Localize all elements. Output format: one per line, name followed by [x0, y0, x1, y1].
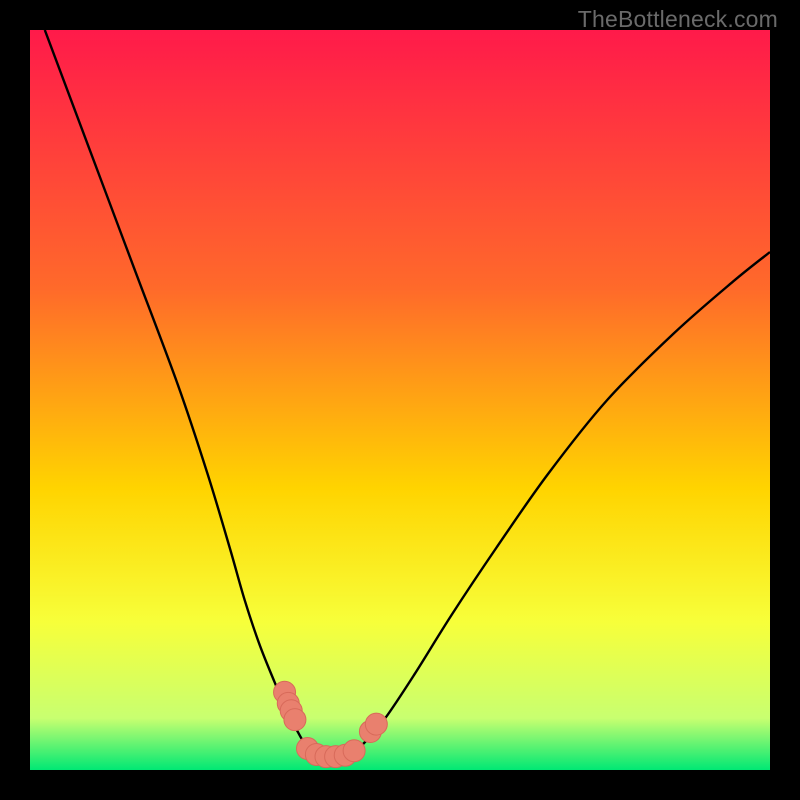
chart-svg	[30, 30, 770, 770]
watermark-text: TheBottleneck.com	[578, 6, 778, 33]
gradient-background	[30, 30, 770, 770]
valley-cluster-marker	[343, 740, 365, 762]
right-cluster-marker	[365, 713, 387, 735]
plot-area	[30, 30, 770, 770]
left-cluster-marker	[284, 709, 306, 731]
